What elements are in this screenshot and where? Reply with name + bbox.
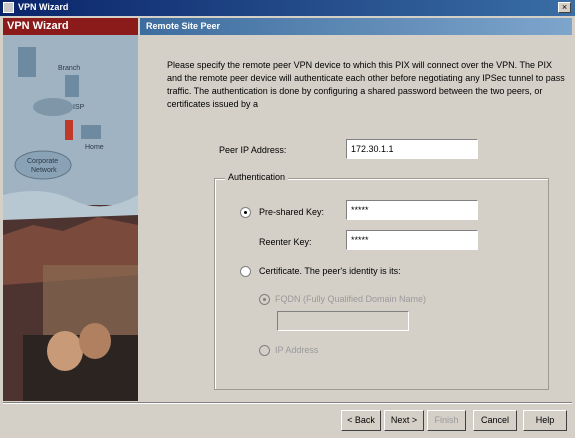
image-label-home: Home [85, 144, 104, 151]
preshared-key-radio[interactable] [240, 207, 251, 218]
image-label-branch: Branch [58, 65, 80, 72]
next-button[interactable]: Next > [384, 410, 424, 431]
wizard-sidebar: VPN Wizard Branch ISP Home Corporate Net… [3, 18, 138, 401]
cancel-button[interactable]: Cancel [473, 410, 517, 431]
fqdn-input[interactable] [277, 311, 409, 331]
certificate-radio[interactable] [240, 266, 251, 277]
app-icon [3, 2, 14, 13]
back-button[interactable]: < Back [341, 410, 381, 431]
image-label-network: Network [31, 167, 57, 174]
button-separator [3, 402, 572, 404]
close-button[interactable]: × [558, 2, 571, 13]
window-title: VPN Wizard [18, 2, 69, 12]
certificate-label: Certificate. The peer's identity is its: [259, 266, 401, 276]
help-button[interactable]: Help [523, 410, 567, 431]
authentication-legend: Authentication [225, 172, 289, 182]
page-title: Remote Site Peer [140, 18, 572, 35]
ip-address-radio[interactable] [259, 345, 270, 356]
fqdn-radio[interactable] [259, 294, 270, 305]
peer-ip-label: Peer IP Address: [219, 145, 287, 155]
preshared-key-input[interactable]: ***** [346, 200, 478, 220]
network-illustration-image: Branch ISP Home Corporate Network [3, 35, 138, 401]
sidebar-header: VPN Wizard [3, 18, 138, 35]
finish-button[interactable]: Finish [427, 410, 466, 431]
preshared-key-label: Pre-shared Key: [259, 207, 325, 217]
ip-address-label: IP Address [275, 345, 319, 355]
image-label-corporate: Corporate [27, 158, 58, 165]
peer-ip-input[interactable]: 172.30.1.1 [346, 139, 478, 159]
wizard-content: Please specify the remote peer VPN devic… [140, 35, 572, 401]
page-description: Please specify the remote peer VPN devic… [167, 60, 565, 109]
reenter-key-input[interactable]: ***** [346, 230, 478, 250]
fqdn-label: FQDN (Fully Qualified Domain Name) [275, 294, 427, 304]
reenter-key-label: Reenter Key: [259, 237, 312, 247]
image-label-isp: ISP [73, 104, 85, 111]
title-bar: VPN Wizard × [0, 0, 575, 16]
